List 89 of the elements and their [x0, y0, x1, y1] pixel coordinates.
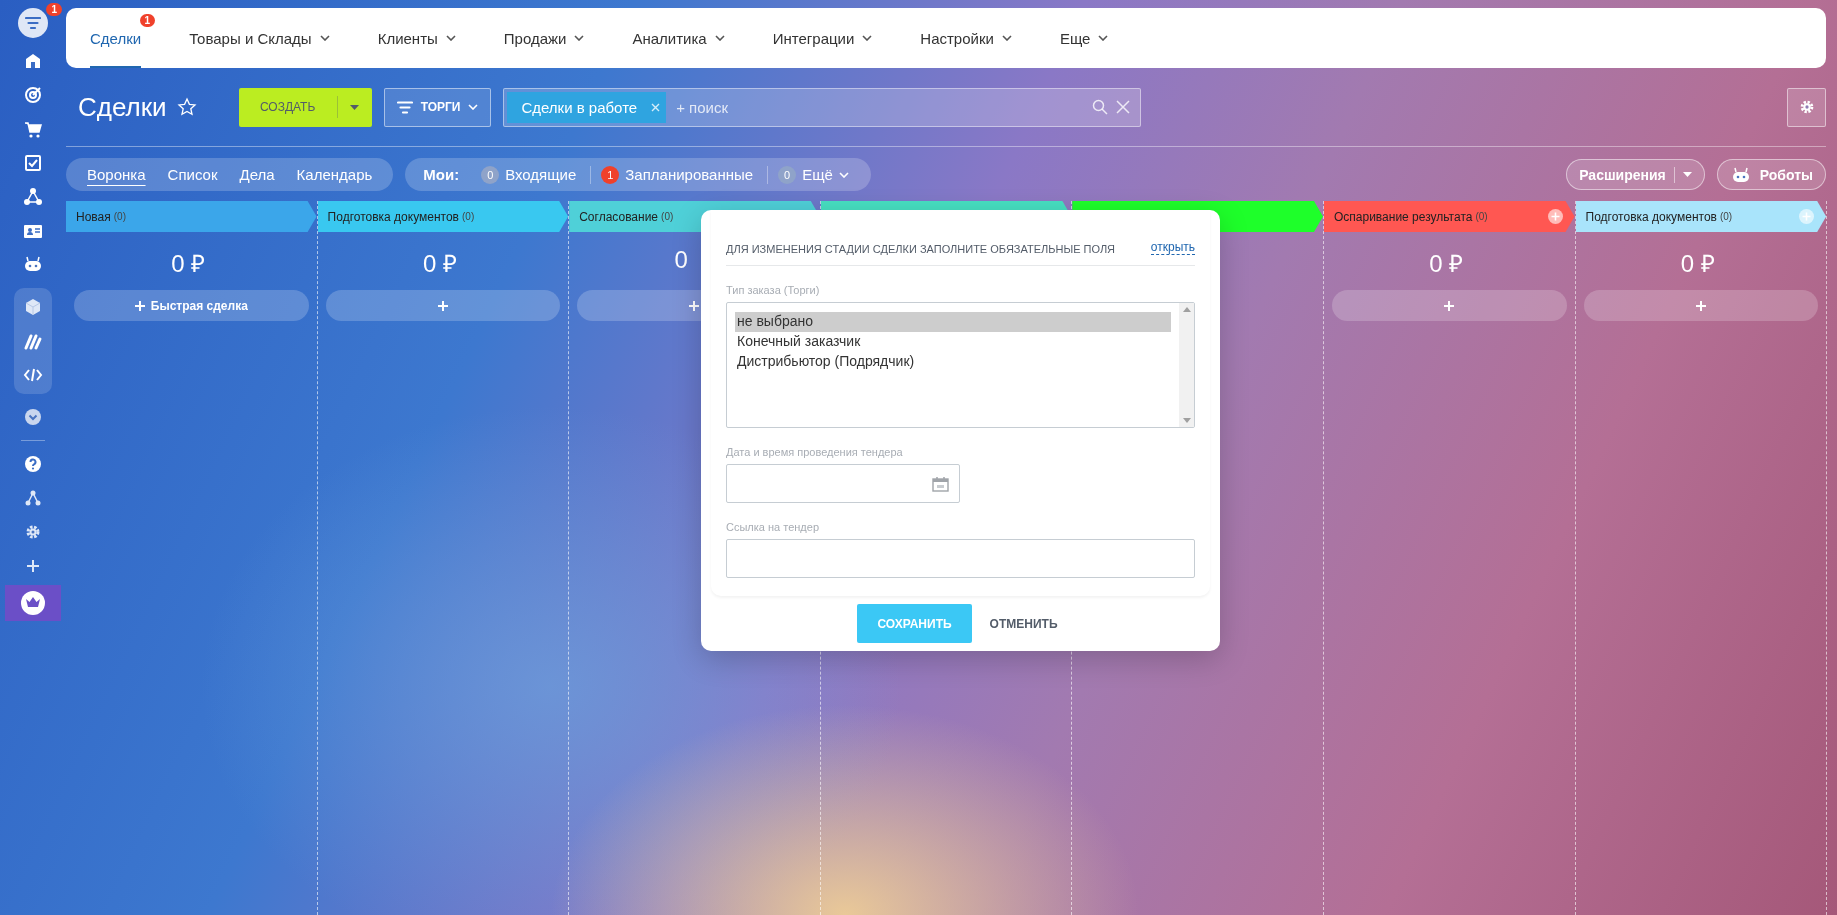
calendar-icon[interactable] [932, 475, 949, 492]
caret-icon [1682, 172, 1692, 177]
search-icon[interactable] [1091, 99, 1108, 115]
plus-icon [1695, 300, 1706, 311]
quick-add-button[interactable]: Быстрая сделка [74, 290, 309, 321]
nav-tab[interactable]: Клиенты [377, 8, 480, 68]
stage-name: Подготовка документов [327, 209, 459, 224]
input-field[interactable] [726, 539, 1195, 578]
chevron-icon [714, 35, 725, 41]
clear-icon[interactable] [1115, 100, 1130, 114]
close-icon[interactable] [651, 102, 661, 112]
stage-total: 0 ₽ [171, 249, 207, 276]
filter-tag[interactable]: Сделки в работе [507, 91, 667, 123]
plus-icon [134, 300, 145, 311]
chevron-icon [838, 171, 849, 178]
cancel-button[interactable]: ОТМЕНИТЬ [983, 615, 1064, 632]
chevron-icon [319, 35, 330, 41]
list-option[interactable]: Дистрибьютор (Подрядчик) [735, 352, 1171, 372]
funnel-icon[interactable] [18, 8, 48, 38]
search-field[interactable]: Сделки в работе + поиск [503, 87, 1141, 127]
settings-button[interactable] [1787, 87, 1826, 127]
target-icon[interactable] [22, 84, 44, 106]
counters-label: Мои: [423, 166, 460, 183]
view-tab[interactable]: Дела [230, 164, 284, 185]
chevron-icon [468, 104, 479, 110]
stage-count: (0) [661, 211, 674, 222]
caret-icon [350, 104, 360, 110]
stage-total: 0 ₽ [1429, 249, 1465, 276]
list-option[interactable]: не выбрано [735, 312, 1171, 332]
nav-tab[interactable]: Сделки [90, 8, 142, 68]
add-stage-icon[interactable] [1547, 209, 1563, 224]
stage-name: Подготовка документов [1585, 209, 1717, 224]
stage-total: 0 ₽ [422, 249, 458, 276]
nav-tab[interactable]: Продажи [503, 8, 609, 68]
create-button[interactable]: СОЗДАТЬ [238, 87, 372, 127]
counter-filter[interactable]: 0 Входящие [471, 165, 587, 184]
question-icon[interactable] [22, 453, 44, 475]
field-label: Ссылка на тендер [726, 521, 820, 533]
notification-badge: 1 [46, 3, 62, 16]
robots-button[interactable]: Роботы [1716, 159, 1826, 190]
scroll-up-icon[interactable] [1182, 307, 1191, 312]
plus-icon [1444, 300, 1455, 311]
expand-icon[interactable] [22, 406, 44, 428]
filter-button[interactable]: ТОРГИ [383, 87, 492, 127]
date-field[interactable] [726, 464, 960, 503]
nodes-icon[interactable] [22, 186, 44, 208]
scroll-down-icon[interactable] [1182, 418, 1191, 423]
order-type-listbox[interactable]: не выбрано Конечный заказчик Дистрибьютор (Подрядчик) [726, 302, 1195, 428]
chevron-icon [1001, 35, 1012, 41]
notification-badge: 1 [139, 14, 156, 27]
nav-tab[interactable]: Товары и Склады [189, 8, 354, 68]
stage-name: Новая [76, 209, 111, 224]
star-icon[interactable] [176, 97, 197, 117]
counter-badge: 0 [481, 165, 500, 184]
nav-tab[interactable]: Настройки [920, 8, 1036, 68]
counter-filter[interactable]: 0 Ещё [767, 165, 859, 184]
extensions-button[interactable]: Расширения [1566, 159, 1705, 190]
nav-tab[interactable]: Еще [1059, 8, 1133, 68]
nav-tab[interactable]: Интеграции [772, 8, 897, 68]
stage-count: (0) [462, 211, 475, 222]
counter-filter[interactable]: 1 Запланированные [590, 165, 764, 184]
open-link[interactable]: открыть [1150, 240, 1195, 255]
field-label: Дата и время проведения тендера [726, 446, 904, 458]
chevron-icon [862, 35, 873, 41]
stage-name: Оспаривание результата [1333, 209, 1473, 224]
counter-badge: 0 [778, 165, 797, 184]
page-title: Сделки [78, 91, 167, 123]
crown-icon[interactable] [20, 590, 46, 616]
stage-name: Согласование [579, 209, 659, 224]
view-tab[interactable]: Список [158, 164, 227, 185]
stage-count: (0) [1719, 211, 1733, 222]
stage-total: 0 [674, 246, 689, 275]
field-label: Тип заказа (Торги) [726, 284, 821, 296]
view-tab[interactable]: Воронка [78, 164, 155, 185]
checkbox-icon[interactable] [22, 152, 44, 174]
stage-total: 0 ₽ [1680, 249, 1716, 276]
funnel-icon [396, 100, 413, 114]
chevron-icon [574, 35, 585, 41]
dialog-title: ДЛЯ ИЗМЕНЕНИЯ СТАДИИ СДЕЛКИ ЗАПОЛНИТЕ ОБЯЗАТЕЛЬНЫЕ ПОЛЯ [726, 243, 1116, 255]
view-tab[interactable]: Календарь [287, 164, 382, 185]
plus-icon [689, 300, 700, 311]
stage-count: (0) [113, 211, 126, 222]
counter-badge: 1 [601, 165, 620, 184]
nav-tab[interactable]: Аналитика [632, 8, 749, 68]
stage-count: (0) [1475, 211, 1488, 222]
list-option[interactable]: Конечный заказчик [735, 332, 1171, 352]
chevron-icon [445, 35, 456, 41]
plus-icon [437, 300, 448, 311]
chevron-icon [1098, 35, 1109, 41]
